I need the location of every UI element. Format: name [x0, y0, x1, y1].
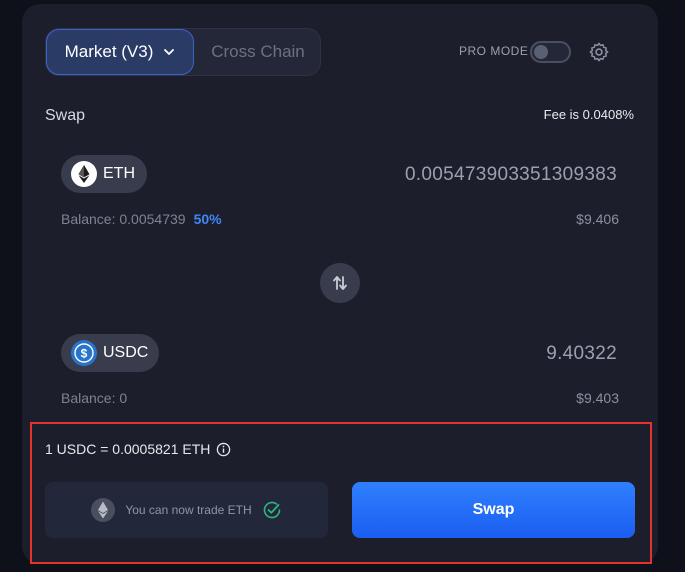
tab-cross-chain[interactable]: Cross Chain	[196, 29, 320, 75]
tab-cross-label: Cross Chain	[211, 42, 305, 61]
swap-title: Swap	[45, 107, 86, 124]
swap-button[interactable]: Swap	[352, 482, 635, 538]
from-usd-value: $9.406	[576, 211, 619, 227]
trade-notice-text: You can now trade ETH	[125, 503, 252, 517]
check-circle-icon	[263, 501, 280, 519]
from-balance-text: Balance: 0.0054739	[61, 211, 186, 227]
fee-label: Fee is 0.0408%	[543, 107, 634, 122]
usdc-icon: $	[71, 340, 97, 366]
svg-text:$: $	[81, 347, 88, 361]
pro-mode-toggle[interactable]	[530, 41, 571, 63]
ethereum-icon	[91, 498, 116, 522]
to-amount-output: 9.40322	[546, 343, 617, 364]
tab-market-v3[interactable]: Market (V3)	[46, 29, 194, 75]
chevron-down-icon	[164, 49, 175, 55]
flip-tokens-button[interactable]	[320, 263, 360, 303]
trade-notice: You can now trade ETH	[45, 482, 328, 538]
percent-50-link[interactable]: 50%	[194, 211, 222, 227]
to-token-selector[interactable]: $ USDC	[61, 334, 159, 372]
pro-mode-label: PRO MODE	[459, 44, 529, 58]
gear-icon[interactable]	[588, 41, 610, 63]
exchange-rate: 1 USDC = 0.0005821 ETH	[45, 441, 231, 457]
swap-arrows-icon	[333, 276, 347, 290]
from-token-symbol: ETH	[103, 165, 135, 182]
to-usd-value: $9.403	[576, 390, 619, 406]
to-token-symbol: USDC	[103, 344, 149, 361]
info-icon[interactable]	[216, 442, 231, 457]
from-amount-input[interactable]: 0.005473903351309383	[405, 164, 617, 186]
toggle-knob	[534, 45, 548, 59]
ethereum-icon	[71, 161, 97, 187]
exchange-rate-text: 1 USDC = 0.0005821 ETH	[45, 441, 211, 457]
from-token-selector[interactable]: ETH	[61, 155, 147, 193]
tab-market-label: Market (V3)	[64, 42, 154, 61]
from-balance: Balance: 0.0054739 50%	[61, 211, 222, 227]
to-balance: Balance: 0	[61, 390, 128, 406]
